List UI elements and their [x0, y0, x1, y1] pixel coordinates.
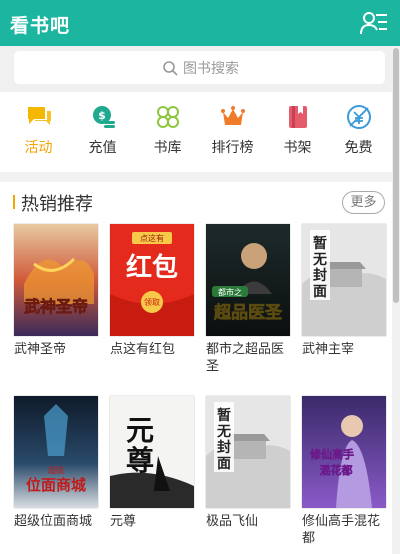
- nav-label: 充值: [88, 140, 117, 156]
- nav-item-recharge[interactable]: $ 充值: [70, 92, 135, 172]
- nav-item-ranking[interactable]: 排行榜: [200, 92, 265, 172]
- svg-text:$: $: [98, 109, 106, 122]
- cover-text: 武神圣帝: [24, 297, 88, 316]
- cover-text: 红包: [126, 252, 178, 283]
- cover-image-weimian: 超级 位面商城: [14, 396, 98, 508]
- search-input[interactable]: 图书搜索: [14, 51, 385, 84]
- book-title: 极品飞仙: [206, 514, 259, 529]
- cover-text-4: 面: [313, 284, 327, 300]
- cover-text: 超品医圣: [214, 302, 283, 323]
- cover-image-hongbao: 点这有 红包 领取: [110, 224, 194, 336]
- app-header: 看书吧: [0, 0, 400, 46]
- cover-image-xiuxian: 修仙高手 混花都: [302, 396, 386, 508]
- page-scrollbar[interactable]: [392, 46, 400, 554]
- nav-item-activity[interactable]: 活动: [6, 92, 71, 172]
- chat-bubble-icon: [28, 107, 51, 125]
- free-icon: [347, 105, 371, 129]
- user-menu-icon[interactable]: [360, 10, 388, 36]
- cover-text-2: 无: [216, 424, 231, 440]
- section-header: 热销推荐 更多: [0, 182, 392, 222]
- book-cover[interactable]: 暂 无 封 面: [206, 396, 290, 508]
- book-cover[interactable]: 元 尊: [110, 396, 194, 508]
- book-card[interactable]: 暂 无 封 面 武神主宰: [302, 224, 392, 358]
- book-title: 修仙高手混花都: [302, 514, 381, 546]
- cover-text-1: 暂: [217, 407, 231, 424]
- book-card[interactable]: 点这有 红包 领取 点这有红包: [110, 224, 200, 358]
- book-card[interactable]: 都市之 超品医圣 都市之超品医圣: [206, 224, 296, 375]
- book-card[interactable]: 超级 位面商城 超级位面商城: [14, 396, 104, 530]
- book-card[interactable]: 武神圣帝 武神圣帝: [14, 224, 104, 358]
- cover-image-placeholder: 暂 无 封 面: [206, 396, 290, 508]
- cover-top-text: 超级: [48, 465, 64, 475]
- book-title: 武神主宰: [302, 342, 355, 357]
- cover-top-text: 都市之: [218, 287, 242, 297]
- book-cover[interactable]: 修仙高手 混花都: [302, 396, 386, 508]
- book-title: 超级位面商城: [14, 514, 93, 529]
- search-icon: [163, 61, 178, 76]
- book-cover[interactable]: 武神圣帝: [14, 224, 98, 336]
- cover-text-1: 暂: [313, 235, 327, 252]
- book-cover[interactable]: 点这有 红包 领取: [110, 224, 194, 336]
- section-accent-bar: [13, 195, 15, 209]
- cover-text-3: 封: [313, 267, 327, 284]
- cover-image-placeholder: 暂 无 封 面: [302, 224, 386, 336]
- nav-label: 活动: [24, 140, 53, 156]
- book-title: 元尊: [110, 514, 137, 529]
- nav-label: 免费: [344, 140, 373, 156]
- bookmark-book-icon: [289, 106, 307, 128]
- crown-icon: [221, 106, 245, 125]
- cover-image-yuanzun: 元 尊: [110, 396, 194, 508]
- book-cover[interactable]: 超级 位面商城: [14, 396, 98, 508]
- cover-text-1: 元: [126, 414, 154, 447]
- nav-item-free[interactable]: 免费: [326, 92, 391, 172]
- cover-text: 位面商城: [26, 476, 86, 494]
- section-title: 热销推荐: [21, 194, 93, 215]
- book-card[interactable]: 修仙高手 混花都 修仙高手混花都: [302, 396, 392, 547]
- book-title: 点这有红包: [110, 342, 176, 357]
- nav-label: 书架: [283, 140, 312, 156]
- category-nav: 活动 $ 充值 书库 排行榜 书架 免费: [0, 92, 392, 172]
- book-card[interactable]: 元 尊 元尊: [110, 396, 200, 530]
- clover-icon: [157, 106, 179, 128]
- cover-text-2: 尊: [126, 444, 154, 477]
- cover-text-2: 无: [312, 252, 327, 268]
- cover-text-4: 面: [217, 456, 231, 472]
- nav-label: 排行榜: [211, 140, 254, 156]
- nav-item-bookshelf[interactable]: 书架: [265, 92, 330, 172]
- section-divider: [0, 172, 392, 182]
- book-cover[interactable]: 都市之 超品医圣: [206, 224, 290, 336]
- cover-text-3: 封: [217, 439, 231, 456]
- scrollbar-thumb[interactable]: [393, 48, 399, 303]
- svg-text:修仙高手: 修仙高手: [309, 447, 354, 461]
- search-placeholder: 图书搜索: [183, 61, 239, 77]
- svg-text:混花都: 混花都: [320, 463, 353, 477]
- more-button[interactable]: 更多: [342, 191, 385, 214]
- cover-top-text: 点这有: [140, 233, 164, 243]
- book-title: 都市之超品医圣: [206, 342, 285, 374]
- cover-tag-text: 领取: [144, 297, 160, 307]
- coins-icon: $: [93, 106, 115, 128]
- book-title: 武神圣帝: [14, 342, 67, 357]
- search-area: 图书搜索: [0, 46, 400, 92]
- hot-recommend-section: 热销推荐 更多 武神圣帝 武神圣帝 点这有 红包 领取 点这有红包 都市之 超品…: [0, 182, 392, 554]
- cover-image-wushen: 武神圣帝: [14, 224, 98, 336]
- nav-label: 书库: [153, 140, 182, 156]
- cover-image-yisheng: 都市之 超品医圣: [206, 224, 290, 336]
- book-cover[interactable]: 暂 无 封 面: [302, 224, 386, 336]
- app-title: 看书吧: [10, 15, 71, 37]
- book-card[interactable]: 暂 无 封 面 极品飞仙: [206, 396, 296, 530]
- nav-item-library[interactable]: 书库: [135, 92, 200, 172]
